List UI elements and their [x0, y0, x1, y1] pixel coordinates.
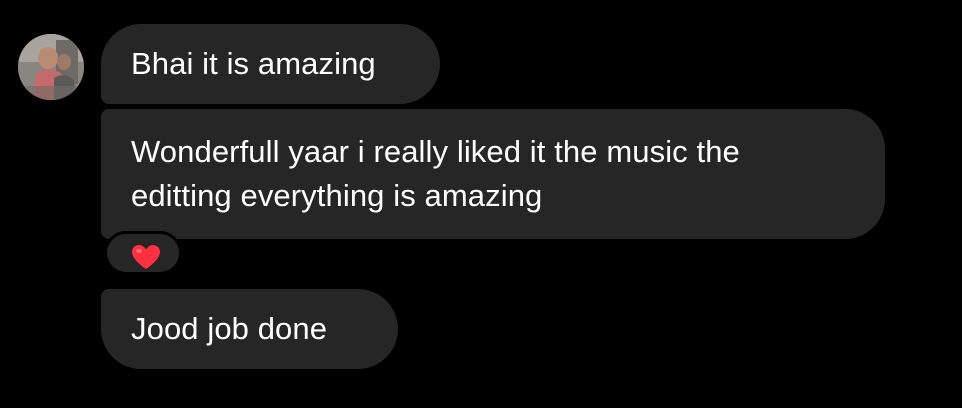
message-bubble[interactable]: Wonderfull yaar i really liked it the mu…: [101, 109, 885, 239]
message-reaction[interactable]: [104, 231, 182, 275]
message-text: Bhai it is amazing: [131, 46, 376, 81]
message-bubble[interactable]: Bhai it is amazing: [101, 24, 440, 104]
red-heart-icon: [132, 245, 160, 269]
message-text: editting everything is amazing: [131, 178, 543, 213]
message-text: Jood job done: [131, 311, 328, 346]
user-avatar-photo-icon: [18, 34, 84, 100]
message-text: Wonderfull yaar i really liked it the mu…: [131, 134, 740, 169]
avatar[interactable]: [18, 34, 84, 100]
chat-thread: Bhai it is amazing Wonderfull yaar i rea…: [0, 0, 962, 408]
message-bubble[interactable]: Jood job done: [101, 289, 398, 369]
